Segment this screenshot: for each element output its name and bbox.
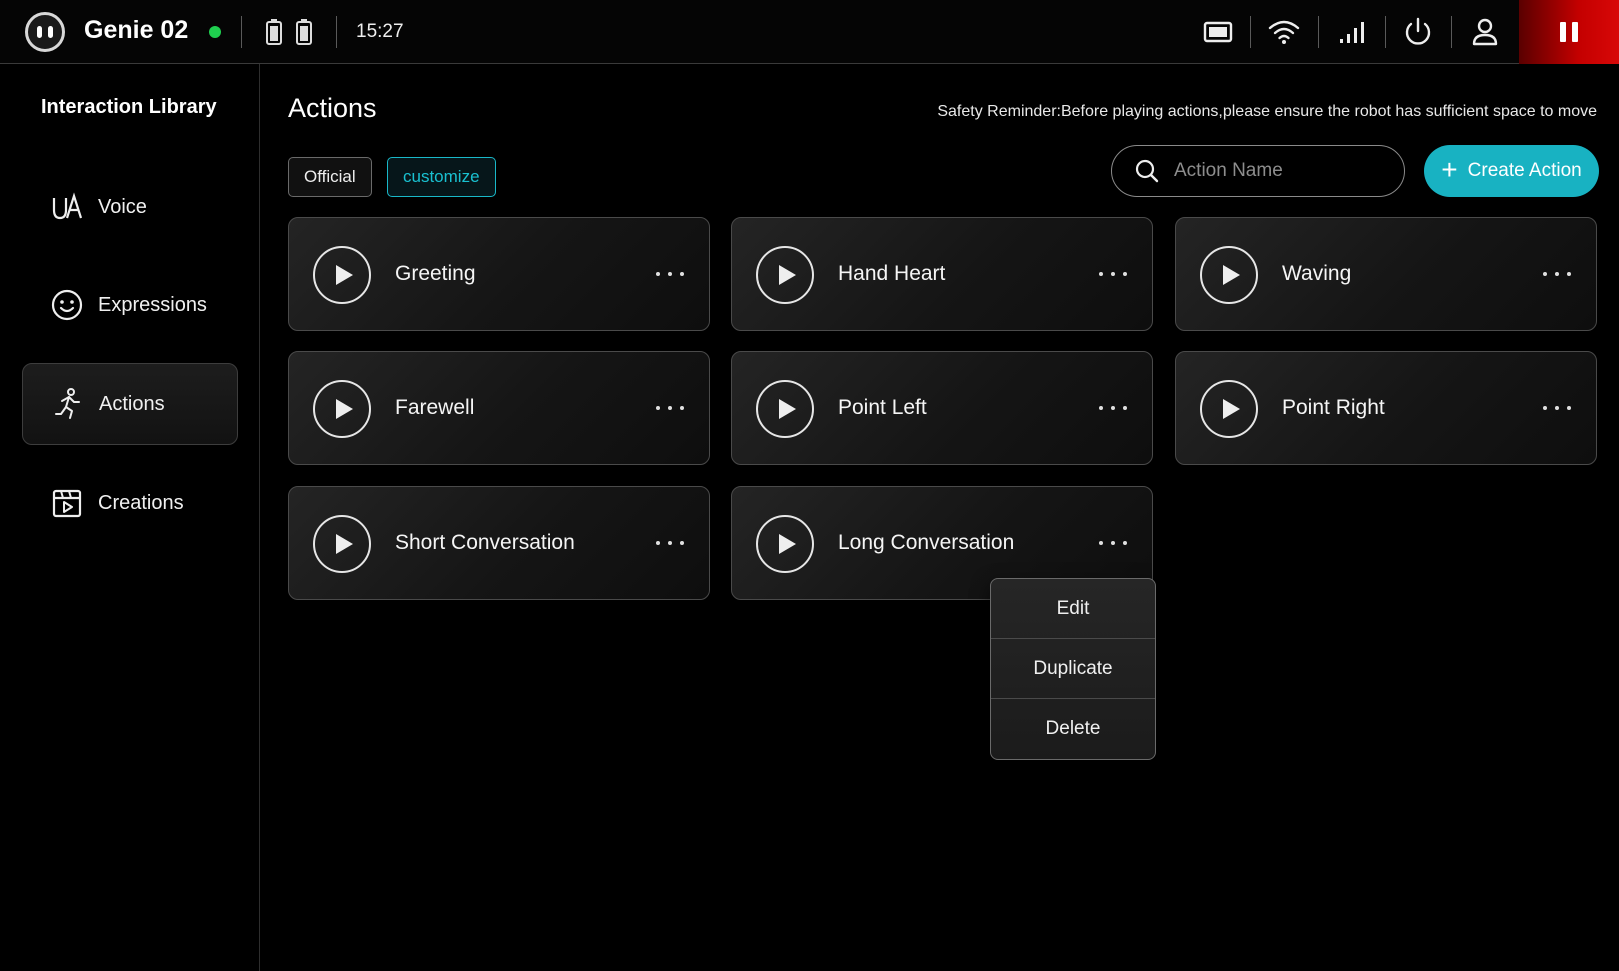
action-name: Farewell — [395, 396, 475, 419]
action-card[interactable]: Farewell — [288, 351, 710, 465]
play-icon — [336, 534, 353, 554]
play-button[interactable] — [1200, 380, 1258, 438]
play-button[interactable] — [313, 515, 371, 573]
battery-icon — [296, 19, 312, 45]
menu-item-edit[interactable]: Edit — [991, 579, 1155, 639]
action-name: Greeting — [395, 262, 476, 285]
more-options-button[interactable] — [653, 394, 687, 422]
play-icon — [336, 399, 353, 419]
action-card[interactable]: Point Right — [1175, 351, 1597, 465]
action-card[interactable]: Point Left — [731, 351, 1153, 465]
play-icon — [779, 265, 796, 285]
menu-item-delete[interactable]: Delete — [991, 699, 1155, 759]
play-icon — [779, 399, 796, 419]
filter-customize-button[interactable]: customize — [387, 157, 496, 197]
action-card[interactable]: Short Conversation — [288, 486, 710, 600]
action-name: Long Conversation — [838, 531, 1015, 554]
play-button[interactable] — [756, 380, 814, 438]
sidebar-item-label: Creations — [98, 491, 184, 514]
signal-icon[interactable] — [1334, 14, 1370, 50]
more-options-button[interactable] — [1096, 394, 1130, 422]
pause-icon — [1560, 22, 1566, 42]
more-options-button[interactable] — [1096, 260, 1130, 288]
play-icon — [1223, 399, 1240, 419]
smile-icon — [51, 289, 83, 321]
action-card[interactable]: Greeting — [288, 217, 710, 331]
search-icon — [1135, 159, 1159, 183]
divider — [241, 16, 242, 48]
divider — [1451, 16, 1452, 48]
action-card[interactable]: Hand Heart — [731, 217, 1153, 331]
user-icon[interactable] — [1467, 14, 1503, 50]
more-options-button[interactable] — [653, 260, 687, 288]
sidebar: Interaction Library Voice Expressions Ac… — [0, 64, 260, 971]
safety-reminder: Safety Reminder:Before playing actions,p… — [937, 103, 1597, 120]
sidebar-item-label: Voice — [98, 195, 147, 218]
search-input[interactable] — [1174, 160, 1394, 182]
battery-icon — [266, 19, 282, 45]
more-options-button[interactable] — [653, 529, 687, 557]
device-name: Genie 02 — [84, 16, 189, 44]
action-name: Point Left — [838, 396, 927, 419]
play-button[interactable] — [756, 246, 814, 304]
play-button[interactable] — [1200, 246, 1258, 304]
play-button[interactable] — [756, 515, 814, 573]
menu-item-duplicate[interactable]: Duplicate — [991, 639, 1155, 699]
sidebar-item-voice[interactable]: Voice — [22, 166, 238, 248]
robot-face-icon — [25, 12, 65, 52]
online-status-icon — [209, 26, 221, 38]
sidebar-item-creations[interactable]: Creations — [22, 462, 238, 544]
action-name: Point Right — [1282, 396, 1385, 419]
create-action-label: Create Action — [1467, 160, 1582, 181]
action-card[interactable]: Waving — [1175, 217, 1597, 331]
create-action-button[interactable]: + Create Action — [1424, 145, 1599, 197]
action-name: Waving — [1282, 262, 1352, 285]
more-options-button[interactable] — [1096, 529, 1130, 557]
play-button[interactable] — [313, 380, 371, 438]
action-name: Short Conversation — [395, 531, 575, 554]
voice-icon — [52, 192, 83, 220]
power-icon[interactable] — [1400, 14, 1436, 50]
action-name: Hand Heart — [838, 262, 946, 285]
play-icon — [779, 534, 796, 554]
play-button[interactable] — [313, 246, 371, 304]
sidebar-title: Interaction Library — [41, 96, 217, 118]
more-options-button[interactable] — [1540, 260, 1574, 288]
plus-icon: + — [1441, 153, 1458, 185]
play-icon — [1223, 265, 1240, 285]
clock-time: 15:27 — [356, 21, 404, 42]
sidebar-item-label: Expressions — [98, 293, 207, 316]
divider — [1250, 16, 1251, 48]
more-options-button[interactable] — [1540, 394, 1574, 422]
wifi-icon[interactable] — [1266, 14, 1302, 50]
screen-icon[interactable] — [1200, 14, 1236, 50]
search-box — [1111, 145, 1405, 197]
page-title: Actions — [288, 93, 377, 123]
video-clapper-icon — [52, 489, 82, 518]
divider — [336, 16, 337, 48]
top-status-bar: Genie 02 15:27 — [0, 0, 1619, 64]
sidebar-item-actions[interactable]: Actions — [22, 363, 238, 445]
play-icon — [336, 265, 353, 285]
divider — [1318, 16, 1319, 48]
sidebar-item-label: Actions — [99, 392, 165, 415]
context-menu: Edit Duplicate Delete — [990, 578, 1156, 760]
divider — [1385, 16, 1386, 48]
sidebar-item-expressions[interactable]: Expressions — [22, 264, 238, 346]
filter-official-button[interactable]: Official — [288, 157, 372, 197]
emergency-pause-button[interactable] — [1519, 0, 1619, 64]
running-person-icon — [55, 388, 80, 419]
